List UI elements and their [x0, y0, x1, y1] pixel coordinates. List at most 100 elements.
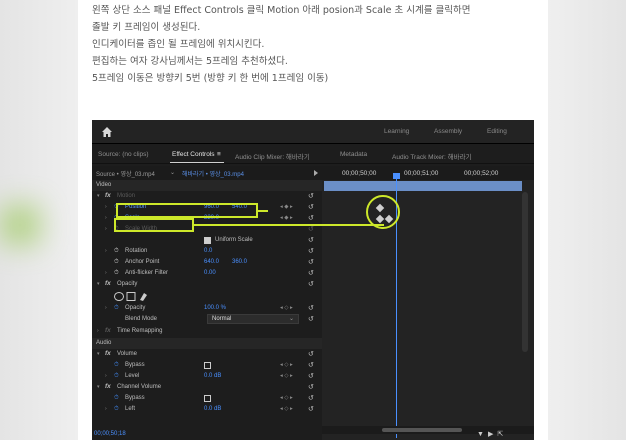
opacity-value[interactable]: 100.0 % — [204, 305, 226, 311]
stopwatch-icon[interactable]: ⏱ — [114, 270, 119, 277]
level-value[interactable]: 0.0 dB — [204, 373, 221, 379]
keyframe-nav-icon[interactable]: ◂ ◆ ▸ — [280, 215, 293, 221]
workspace-learning[interactable]: Learning — [384, 128, 409, 135]
stopwatch-icon[interactable]: ⏱ — [114, 248, 119, 255]
reset-icon[interactable]: ↺ — [308, 361, 314, 369]
twirl-down-icon[interactable]: ▾ — [97, 384, 100, 390]
twirl-right-icon[interactable]: › — [105, 270, 107, 276]
workspace-assembly[interactable]: Assembly — [434, 128, 462, 135]
rotation-value[interactable]: 0.0 — [204, 248, 212, 254]
prop-uniform-scale[interactable]: Uniform Scale ↺ — [92, 235, 322, 246]
reset-icon[interactable]: ↺ — [308, 394, 314, 402]
mask-shape-icons[interactable] — [114, 291, 150, 302]
tab-metadata[interactable]: Metadata — [340, 151, 367, 158]
tab-audio-clip-mixer[interactable]: Audio Clip Mixer: 해바라기 — [235, 151, 310, 161]
stopwatch-icon[interactable]: ⏱ — [114, 362, 119, 369]
fx-icon[interactable]: fx — [105, 383, 111, 390]
reset-icon[interactable]: ↺ — [308, 280, 314, 288]
anchor-y-value[interactable]: 360.0 — [232, 259, 247, 265]
reset-icon[interactable]: ↺ — [308, 383, 314, 391]
reset-icon[interactable]: ↺ — [308, 247, 314, 255]
annotation-connector — [258, 210, 268, 212]
section-video: Video — [92, 180, 322, 191]
sequence-clip-label[interactable]: 해바라기 • 영상_03.mp4 — [182, 169, 244, 178]
keyframe-nav-icon[interactable]: ◂ ◇ ▸ — [280, 305, 293, 311]
reset-icon[interactable]: ↺ — [308, 192, 314, 200]
uniform-scale-checkbox[interactable] — [204, 236, 211, 244]
reset-icon[interactable]: ↺ — [308, 214, 314, 222]
reset-icon[interactable]: ↺ — [308, 236, 314, 244]
prop-bypass[interactable]: ⏱ Bypass ◂ ◇ ▸ ↺ — [92, 360, 322, 371]
twirl-right-icon[interactable]: › — [105, 215, 107, 221]
twirl-right-icon[interactable]: › — [105, 406, 107, 412]
play-only-icon[interactable]: ▶ — [488, 431, 497, 438]
fx-icon[interactable]: fx — [105, 280, 111, 287]
tab-source[interactable]: Source: (no clips) — [98, 151, 149, 158]
prop-rotation[interactable]: › ⏱ Rotation 0.0 ↺ — [92, 246, 322, 257]
twirl-right-icon[interactable]: › — [105, 204, 107, 210]
twirl-down-icon[interactable]: ▾ — [97, 351, 100, 357]
keyframe-nav-icon[interactable]: ◂ ◇ ▸ — [280, 395, 293, 401]
clip-duration-bar[interactable] — [324, 181, 522, 191]
stopwatch-icon[interactable]: ⏱ — [114, 259, 119, 266]
fx-icon[interactable]: fx — [105, 192, 111, 199]
home-icon[interactable] — [101, 126, 113, 138]
effect-volume[interactable]: ▾ fx Volume ↺ — [92, 349, 322, 360]
stopwatch-icon[interactable]: ⏱ — [114, 305, 119, 312]
play-icon[interactable] — [314, 170, 318, 176]
fx-icon[interactable]: fx — [105, 350, 111, 357]
reset-icon[interactable]: ↺ — [308, 203, 314, 211]
twirl-down-icon[interactable]: ▾ — [97, 281, 100, 287]
left-value[interactable]: 0.0 dB — [204, 406, 221, 412]
current-timecode[interactable]: 00;00;50;18 — [94, 431, 126, 437]
reset-icon[interactable]: ↺ — [308, 269, 314, 277]
prop-blend-mode[interactable]: Blend Mode Normal ⌄ ↺ — [92, 314, 322, 325]
zoom-scroll-handle[interactable] — [382, 428, 462, 432]
twirl-down-icon[interactable]: ▾ — [97, 193, 100, 199]
prop-opacity[interactable]: › ⏱ Opacity 100.0 % ◂ ◇ ▸ ↺ — [92, 303, 322, 314]
stopwatch-icon[interactable]: ⏱ — [114, 395, 119, 402]
filter-icon[interactable]: ▼ — [477, 431, 488, 438]
keyframe-nav-icon[interactable]: ◂ ◆ ▸ — [280, 204, 293, 210]
panel-menu-icon[interactable]: ≡ — [217, 151, 221, 158]
export-icon[interactable]: ⇱ — [497, 431, 507, 438]
twirl-right-icon[interactable]: › — [105, 305, 107, 311]
prop-anti-flicker[interactable]: › ⏱ Anti-flicker Filter 0.00 ↺ — [92, 268, 322, 279]
effect-motion[interactable]: ▾ fx Motion ↺ — [92, 191, 322, 202]
prop-anchor-point[interactable]: ⏱ Anchor Point 640.0 360.0 ↺ — [92, 257, 322, 268]
effect-opacity[interactable]: ▾ fx Opacity ↺ — [92, 279, 322, 290]
keyframe-nav-icon[interactable]: ◂ ◇ ▸ — [280, 373, 293, 379]
anchor-x-value[interactable]: 640.0 — [204, 259, 219, 265]
reset-icon[interactable]: ↺ — [308, 304, 314, 312]
reset-icon[interactable]: ↺ — [308, 405, 314, 413]
prop-level[interactable]: › ⏱ Level 0.0 dB ◂ ◇ ▸ ↺ — [92, 371, 322, 382]
twirl-right-icon[interactable]: › — [105, 248, 107, 254]
twirl-right-icon[interactable]: › — [105, 373, 107, 379]
bypass-checkbox[interactable] — [204, 361, 211, 369]
fx-icon[interactable]: fx — [105, 327, 111, 334]
stopwatch-icon[interactable]: ⏱ — [114, 373, 119, 380]
tab-audio-track-mixer[interactable]: Audio Track Mixer: 해바라기 — [392, 151, 472, 161]
reset-icon[interactable]: ↺ — [308, 372, 314, 380]
reset-icon[interactable]: ↺ — [308, 258, 314, 266]
effect-channel-volume[interactable]: ▾ fx Channel Volume ↺ — [92, 382, 322, 393]
source-label[interactable]: Source • 영상_03.mp4 — [96, 169, 155, 178]
keyframe-nav-icon[interactable]: ◂ ◇ ▸ — [280, 362, 293, 368]
bypass-checkbox[interactable] — [204, 394, 211, 402]
reset-icon[interactable]: ↺ — [308, 315, 314, 323]
effect-time-remapping[interactable]: › fx Time Remapping — [92, 326, 322, 337]
prop-bypass-2[interactable]: ⏱ Bypass ◂ ◇ ▸ ↺ — [92, 393, 322, 404]
keyframe-nav-icon[interactable]: ◂ ◇ ▸ — [280, 406, 293, 412]
workspace-editing[interactable]: Editing — [487, 128, 507, 135]
chevron-down-icon[interactable]: ⌄ — [170, 169, 175, 176]
vertical-scrollbar[interactable] — [522, 192, 528, 352]
stopwatch-icon[interactable]: ⏱ — [114, 406, 119, 413]
panel-tabs: Source: (no clips) Effect Controls ≡ Aud… — [92, 146, 534, 164]
tab-effect-controls[interactable]: Effect Controls — [172, 151, 215, 158]
timeline-ruler[interactable]: 00;00;50;00 00;00;51;00 00;00;52;00 — [322, 166, 534, 180]
reset-icon[interactable]: ↺ — [308, 350, 314, 358]
twirl-right-icon[interactable]: › — [97, 328, 99, 334]
prop-left[interactable]: › ⏱ Left 0.0 dB ◂ ◇ ▸ ↺ — [92, 404, 322, 415]
anti-flicker-value[interactable]: 0.00 — [204, 270, 216, 276]
blend-mode-select[interactable]: Normal ⌄ — [207, 314, 299, 324]
